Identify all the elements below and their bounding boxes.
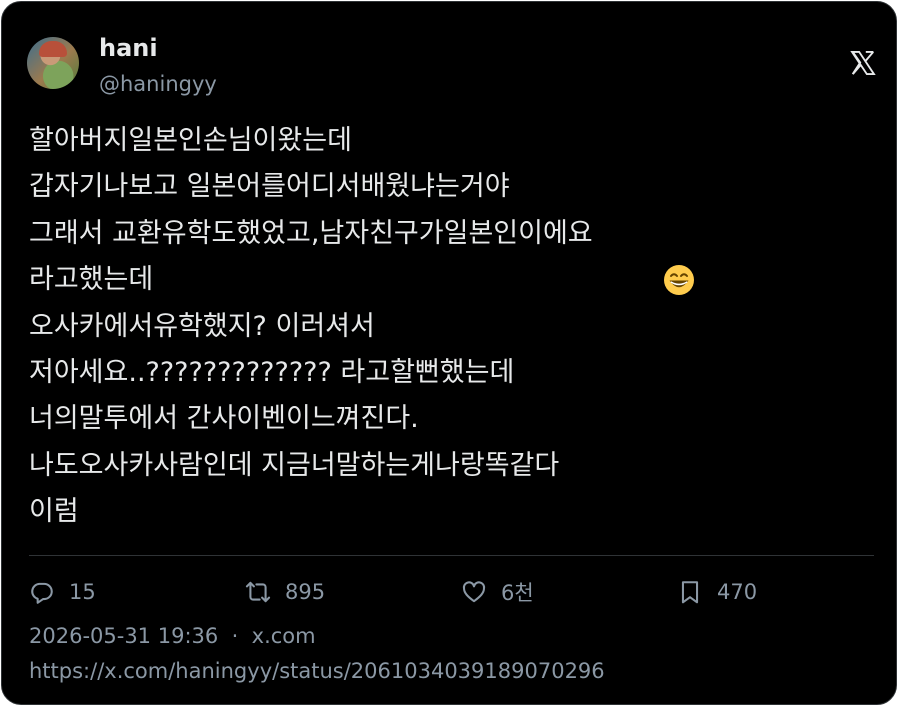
heart-icon [462, 581, 486, 603]
tweet-line: 너의말투에서 간사이벤이느껴진다. [29, 403, 419, 435]
avatar[interactable] [27, 37, 79, 89]
grinning-face-with-smiling-eyes-icon [595, 218, 695, 296]
author-display-name[interactable]: hani [99, 33, 158, 63]
timestamp[interactable]: 2026-05-31 19:36 [29, 624, 218, 648]
bookmark-button[interactable]: 470 [677, 576, 757, 608]
source-link[interactable]: x.com [252, 624, 316, 648]
meta-separator: · [231, 624, 239, 648]
tweet-line: 나도오사카사람인데 지금너말하는게나랑똑같다 [29, 449, 560, 481]
author-handle[interactable]: @haningyy [99, 70, 217, 98]
tweet-line: 라고했는데 [29, 264, 154, 296]
tweet-line: 할아버지일본인손님이왔는데 [29, 125, 352, 156]
repost-count: 895 [285, 580, 326, 604]
tweet-line: 저아세요..????????????? 라고할뻔했는데 [29, 356, 515, 388]
tweet-text: 할아버지일본인손님이왔는데 갑자기나보고 일본어를어디서배웠냐는거야 그래서 교… [29, 118, 874, 536]
reply-button[interactable]: 15 [29, 576, 96, 608]
tweet-line: 이럼 [29, 496, 79, 528]
like-count: 6천 [501, 581, 534, 605]
tweet-url[interactable]: https://x.com/haningyy/status/2061034039… [29, 657, 605, 685]
bookmark-icon [681, 581, 699, 604]
tweet-line: 오사카에서유학했지? 이러셔서 [29, 310, 375, 342]
avatar-hat-shape [39, 41, 67, 57]
like-button[interactable]: 6천 [461, 576, 534, 608]
reply-count: 15 [69, 580, 96, 604]
bookmark-count: 470 [717, 580, 758, 604]
x-logo-icon[interactable] [849, 49, 877, 77]
tweet-meta: 2026-05-31 19:36 · x.com [29, 622, 316, 650]
divider [29, 555, 874, 556]
tweet-line-with-emoji: 그래서 교환유학도했었고,남자친구가일본인이에요 [29, 211, 874, 296]
tweet-line: 갑자기나보고 일본어를어디서배웠냐는거야 [29, 171, 510, 203]
reply-icon [31, 582, 53, 604]
repost-button[interactable]: 895 [245, 576, 325, 608]
repost-icon [245, 581, 271, 603]
tweet-card: hani @haningyy 할아버지일본인손님이왔는데 갑자기나보고 일본어를… [1, 1, 897, 705]
tweet-line: 그래서 교환유학도했었고,남자친구가일본인이에요 [29, 217, 593, 249]
